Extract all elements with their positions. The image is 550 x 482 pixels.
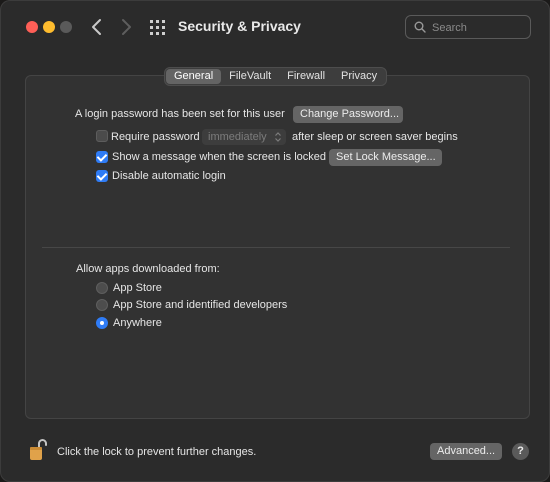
unlocked-padlock-icon[interactable] [29, 438, 47, 461]
back-button[interactable] [89, 17, 105, 37]
change-password-button[interactable]: Change Password... [293, 106, 403, 123]
disable-automatic-login-label: Disable automatic login [112, 170, 226, 182]
chevron-left-icon [92, 19, 101, 35]
help-button[interactable]: ? [512, 443, 529, 460]
minimize-button[interactable] [43, 21, 55, 33]
require-password-delay-value: immediately [208, 131, 267, 143]
window-title: Security & Privacy [178, 18, 301, 34]
tab-bar: General FileVault Firewall Privacy [164, 67, 388, 86]
search-input[interactable] [430, 18, 530, 38]
radio-app-store-identified-developers[interactable] [96, 299, 108, 311]
show-all-grid-icon[interactable] [150, 20, 165, 35]
tab-privacy[interactable]: Privacy [333, 69, 385, 84]
radio-anywhere[interactable] [96, 317, 108, 329]
chevron-right-icon [122, 19, 131, 35]
require-password-suffix: after sleep or screen saver begins [292, 131, 458, 143]
show-message-checkbox[interactable] [96, 151, 108, 163]
close-button[interactable] [26, 21, 38, 33]
allow-apps-heading: Allow apps downloaded from: [76, 263, 220, 275]
require-password-checkbox[interactable] [96, 130, 108, 142]
zoom-button[interactable] [60, 21, 72, 33]
require-password-label: Require password [111, 131, 200, 143]
disable-automatic-login-checkbox[interactable] [96, 170, 108, 182]
search-field[interactable] [405, 15, 531, 39]
require-password-delay-select[interactable]: immediately [202, 129, 286, 145]
forward-button[interactable] [118, 17, 134, 37]
advanced-button[interactable]: Advanced... [430, 443, 502, 460]
search-icon [414, 21, 426, 33]
radio-app-store[interactable] [96, 282, 108, 294]
login-password-text: A login password has been set for this u… [75, 108, 285, 120]
radio-app-store-label: App Store [113, 282, 162, 294]
preferences-window: Security & Privacy General FileVault Fir… [0, 0, 550, 482]
set-lock-message-button[interactable]: Set Lock Message... [329, 149, 442, 166]
tab-firewall[interactable]: Firewall [279, 69, 333, 84]
title-bar: Security & Privacy [0, 0, 550, 54]
tab-filevault[interactable]: FileVault [221, 69, 279, 84]
lock-status-text: Click the lock to prevent further change… [57, 446, 257, 458]
radio-anywhere-label: Anywhere [113, 317, 162, 329]
show-message-label: Show a message when the screen is locked [112, 151, 327, 163]
section-divider [42, 247, 510, 248]
updown-chevron-icon [275, 132, 281, 142]
tab-general[interactable]: General [166, 69, 222, 84]
radio-app-store-identified-developers-label: App Store and identified developers [113, 299, 288, 311]
